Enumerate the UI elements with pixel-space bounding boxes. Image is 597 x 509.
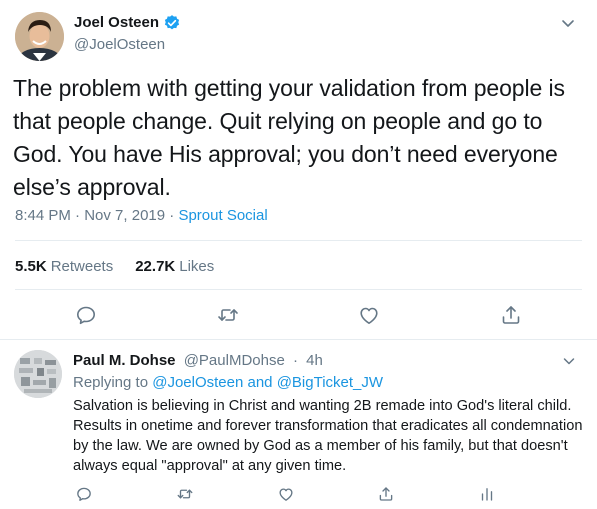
- chevron-down-icon[interactable]: [561, 353, 577, 369]
- reply-time[interactable]: 4h: [306, 352, 323, 369]
- meta-separator: ·: [75, 207, 81, 224]
- author-name-row[interactable]: Joel Osteen: [74, 13, 181, 33]
- retweets-stat[interactable]: 5.5K Retweets: [15, 257, 113, 277]
- retweets-label: Retweets: [50, 258, 114, 275]
- divider: [15, 240, 582, 241]
- reply-separator: ·: [292, 352, 298, 369]
- retweets-count: 5.5K: [15, 258, 47, 275]
- reply-text: Salvation is believing in Christ and wan…: [73, 398, 583, 474]
- reply-header: Paul M. Dohse @PaulMDohse · 4h: [73, 351, 323, 371]
- meta-separator: ·: [169, 207, 175, 224]
- likes-label: Likes: [179, 258, 215, 275]
- reply-icon[interactable]: [74, 303, 98, 327]
- tweet-date[interactable]: Nov 7, 2019: [84, 207, 165, 224]
- replying-to: Replying to @JoelOsteen and @BigTicket_J…: [73, 373, 383, 393]
- reply-tweet[interactable]: Paul M. Dohse @PaulMDohse · 4h Replying …: [0, 341, 597, 509]
- likes-stat[interactable]: 22.7K Likes: [135, 257, 214, 277]
- replying-prefix: Replying to: [73, 374, 149, 391]
- retweet-icon[interactable]: [216, 303, 240, 327]
- tweet-stats: 5.5K Retweets 22.7K Likes: [15, 257, 214, 277]
- chevron-down-icon[interactable]: [559, 14, 577, 32]
- avatar-paul-dohse[interactable]: [14, 350, 62, 398]
- like-icon[interactable]: [277, 485, 295, 503]
- reply-author-handle[interactable]: @PaulMDohse: [184, 352, 285, 369]
- like-icon[interactable]: [357, 303, 381, 327]
- reply-icon[interactable]: [75, 485, 93, 503]
- tweet-meta: 8:44 PM · Nov 7, 2019 · Sprout Social: [15, 206, 268, 226]
- author-name[interactable]: Joel Osteen: [74, 13, 159, 33]
- mention-and[interactable]: and: [248, 374, 273, 391]
- likes-count: 22.7K: [135, 258, 176, 275]
- mention-link[interactable]: @JoelOsteen: [152, 374, 243, 391]
- reply-author-name[interactable]: Paul M. Dohse: [73, 352, 176, 369]
- share-icon[interactable]: [499, 303, 523, 327]
- divider: [15, 289, 582, 290]
- author-handle[interactable]: @JoelOsteen: [74, 35, 181, 55]
- author-block: Joel Osteen @JoelOsteen: [74, 13, 181, 55]
- tweet-source-link[interactable]: Sprout Social: [178, 207, 267, 224]
- share-icon[interactable]: [377, 485, 395, 503]
- tweet-time[interactable]: 8:44 PM: [15, 207, 71, 224]
- main-tweet: Joel Osteen @JoelOsteen The problem with…: [0, 0, 597, 340]
- retweet-icon[interactable]: [176, 485, 194, 503]
- analytics-icon[interactable]: [478, 485, 496, 503]
- tweet-text: The problem with getting your validation…: [13, 75, 565, 200]
- avatar-joel-osteen[interactable]: [15, 12, 64, 61]
- mention-link[interactable]: @BigTicket_JW: [277, 374, 383, 391]
- verified-badge-icon: [163, 14, 181, 32]
